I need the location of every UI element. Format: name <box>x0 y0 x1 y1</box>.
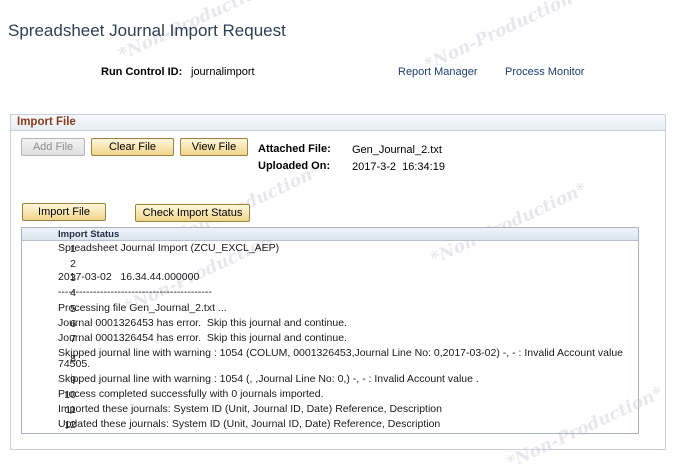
page-title: Spreadsheet Journal Import Request <box>8 21 286 40</box>
row-message: 2017-03-02 16.34.44.000000 <box>58 271 200 283</box>
add-file-button[interactable]: Add File <box>21 138 85 156</box>
watermark: *Non-Production* <box>421 0 585 75</box>
row-message: Processing file Gen_Journal_2.txt ... <box>58 302 227 314</box>
status-row: 10 Process completed successfully with 0… <box>22 389 638 403</box>
row-message: Journal 0001326453 has error. Skip this … <box>58 317 347 329</box>
row-message: Skipped journal line with warning : 1054… <box>58 373 479 385</box>
attached-file-value: Gen_Journal_2.txt <box>352 144 442 156</box>
row-message: ----------------------------------------… <box>58 287 212 298</box>
row-message: Spreadsheet Journal Import (ZCU_EXCL_AEP… <box>58 242 280 254</box>
row-message: Updated these journals: System ID (Unit,… <box>58 418 441 430</box>
run-control-label: Run Control ID: <box>101 66 183 78</box>
view-file-button[interactable]: View File <box>180 138 248 156</box>
row-message: Skipped journal line with warning : 1054… <box>58 347 624 370</box>
status-row: 3 2017-03-02 16.34.44.000000 <box>22 272 638 286</box>
clear-file-button[interactable]: Clear File <box>91 138 174 156</box>
status-row: 7 Journal 0001326454 has error. Skip thi… <box>22 333 638 347</box>
status-row: 1 Spreadsheet Journal Import (ZCU_EXCL_A… <box>22 243 638 257</box>
process-monitor-link[interactable]: Process Monitor <box>505 66 584 78</box>
status-row: 4 --------------------------------------… <box>22 287 638 301</box>
row-number: 2 <box>70 258 76 270</box>
status-row: 8 Skipped journal line with warning : 10… <box>22 348 638 372</box>
status-row: 5 Processing file Gen_Journal_2.txt ... <box>22 303 638 317</box>
import-status-column-header: Import Status <box>58 229 120 240</box>
report-manager-link[interactable]: Report Manager <box>398 66 478 78</box>
row-message: Process completed successfully with 0 jo… <box>58 388 324 400</box>
status-row: 9 Skipped journal line with warning : 10… <box>22 374 638 388</box>
check-import-status-button[interactable]: Check Import Status <box>135 204 250 222</box>
import-file-title: Import File <box>17 116 76 128</box>
uploaded-on-value: 2017-3-2 16:34:19 <box>352 161 445 173</box>
row-message: Imported these journals: System ID (Unit… <box>58 403 442 415</box>
status-row: 11 Imported these journals: System ID (U… <box>22 404 638 418</box>
uploaded-on-label: Uploaded On: <box>258 160 331 172</box>
import-file-group-header <box>11 115 665 131</box>
row-message: Journal 0001326454 has error. Skip this … <box>58 332 347 344</box>
run-control-value: journalimport <box>191 66 255 78</box>
status-row: 6 Journal 0001326453 has error. Skip thi… <box>22 318 638 332</box>
import-file-button[interactable]: Import File <box>22 203 106 221</box>
attached-file-label: Attached File: <box>258 143 331 155</box>
status-row: 12 Updated these journals: System ID (Un… <box>22 419 638 433</box>
status-row: 2 <box>22 258 638 272</box>
